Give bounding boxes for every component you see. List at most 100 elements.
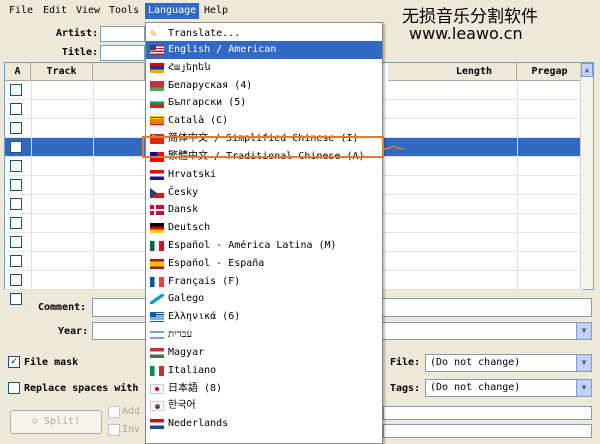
language-item-label: Ελληνικά (6) (168, 311, 241, 323)
column-header-a[interactable]: A (5, 63, 31, 81)
language-item[interactable]: Español - América Latina (M) (146, 237, 382, 255)
flag-us-icon (150, 45, 164, 55)
language-item[interactable]: Ελληνικά (6) (146, 308, 382, 326)
flag-kr-icon (150, 401, 164, 412)
row-checkbox[interactable] (10, 255, 22, 267)
menu-view[interactable]: View (73, 3, 103, 19)
menu-edit[interactable]: Edit (40, 3, 70, 19)
row-checkbox[interactable] (10, 198, 22, 210)
language-item[interactable]: 日本語 (8) (146, 380, 382, 398)
row-checkbox[interactable] (10, 141, 22, 153)
language-item[interactable]: Hrvatski (146, 166, 382, 184)
tags-dropdown[interactable]: (Do not change) ▼ (425, 379, 592, 397)
language-item[interactable]: Česky (146, 184, 382, 202)
file-label: File: (390, 357, 421, 368)
row-checkbox[interactable] (10, 103, 22, 115)
flag-bg-icon (150, 98, 164, 109)
column-header-length[interactable]: Length (388, 63, 517, 81)
language-item[interactable]: Magyar (146, 344, 382, 362)
language-item-label: Español - España (168, 257, 265, 269)
menu-file[interactable]: File (6, 3, 36, 19)
language-item-label: Galego (168, 293, 205, 305)
highlight-box (142, 136, 384, 158)
table-scrollbar[interactable]: ▲ (580, 63, 593, 289)
language-item[interactable]: Galego (146, 290, 382, 308)
flag-hr-icon (150, 169, 164, 180)
row-checkbox[interactable] (10, 293, 22, 305)
flag-cat-icon (150, 116, 164, 127)
inv-checkbox[interactable] (108, 424, 120, 436)
language-item-label: Magyar (168, 346, 205, 358)
row-checkbox[interactable] (10, 274, 22, 286)
file-mask-label: File mask (24, 357, 79, 368)
flag-es-icon (150, 258, 164, 269)
language-menu: ✎ Translate... English / American Հայերեն Бе… (145, 22, 383, 444)
output-field-1[interactable] (383, 406, 592, 420)
artist-field[interactable] (100, 26, 145, 42)
language-item-label: Deutsch (168, 222, 211, 234)
flag-by-icon (150, 80, 164, 91)
row-checkbox[interactable] (10, 236, 22, 248)
artist-label: Artist: (55, 28, 98, 39)
flag-hu-icon (150, 347, 164, 358)
flag-gl-icon (150, 294, 164, 305)
language-item[interactable]: עברית (146, 326, 382, 344)
chevron-down-icon[interactable]: ▼ (576, 355, 591, 371)
language-item-label: Հայերեն (168, 61, 211, 73)
row-checkbox[interactable] (10, 122, 22, 134)
language-item[interactable]: 한국어 (146, 397, 382, 415)
flag-am-icon (150, 62, 164, 73)
inv-label: Inv (122, 424, 141, 435)
flag-nl-icon (150, 419, 164, 430)
language-item[interactable]: Беларуская (4) (146, 77, 382, 95)
language-item[interactable]: Català (C) (146, 112, 382, 130)
row-checkbox[interactable] (10, 160, 22, 172)
menu-language[interactable]: Language (145, 3, 200, 19)
column-header-track[interactable]: Track (31, 63, 93, 81)
split-button[interactable]: ⚙ Split! (10, 410, 102, 434)
language-item-label: עברית (168, 329, 193, 341)
language-item[interactable]: English / American (146, 41, 382, 59)
row-checkbox[interactable] (10, 84, 22, 96)
scroll-up-icon[interactable]: ▲ (581, 63, 593, 77)
language-item[interactable]: Deutsch (146, 219, 382, 237)
language-item[interactable]: Dansk (146, 201, 382, 219)
row-checkbox[interactable] (10, 179, 22, 191)
annotation-arrow-icon (384, 145, 404, 150)
language-item-label: Česky (168, 186, 199, 198)
title-field[interactable] (100, 45, 145, 61)
file-dropdown[interactable]: (Do not change) ▼ (425, 354, 592, 372)
language-item[interactable]: Español - España (146, 255, 382, 273)
language-item[interactable]: Български (5) (146, 94, 382, 112)
flag-fr-icon (150, 276, 164, 287)
row-checkbox[interactable] (10, 217, 22, 229)
flag-cz-icon (150, 187, 164, 198)
language-item-label: Dansk (168, 204, 199, 216)
comment-label: Comment: (38, 302, 87, 313)
column-header-name[interactable] (93, 63, 145, 81)
language-item-label: 日本語 (8) (168, 382, 223, 394)
flag-de-icon (150, 223, 164, 234)
flag-it-icon (150, 365, 164, 376)
tags-dropdown-value: (Do not change) (430, 382, 521, 393)
language-item[interactable]: Հայերեն (146, 59, 382, 77)
language-item-label: Беларуская (4) (168, 79, 253, 91)
language-item[interactable]: Italiano (146, 362, 382, 380)
chevron-down-icon[interactable]: ▼ (576, 323, 591, 339)
chevron-down-icon[interactable]: ▼ (576, 380, 591, 396)
output-field-2[interactable] (383, 424, 592, 438)
add-checkbox[interactable] (108, 406, 120, 418)
flag-dk-icon (150, 205, 164, 216)
menu-help[interactable]: Help (201, 3, 231, 19)
file-mask-checkbox[interactable]: ✓ (8, 356, 20, 368)
column-header-pregap[interactable]: Pregap (517, 63, 583, 81)
replace-spaces-checkbox[interactable] (8, 382, 20, 394)
flag-gr-icon (150, 312, 164, 323)
language-item[interactable]: Français (F) (146, 273, 382, 291)
language-item-label: 한국어 (168, 400, 196, 412)
language-item-label: Hrvatski (168, 168, 217, 180)
replace-spaces-label: Replace spaces with (24, 383, 139, 394)
language-item[interactable]: Nederlands (146, 415, 382, 433)
menu-tools[interactable]: Tools (106, 3, 142, 19)
tags-label: Tags: (390, 383, 421, 394)
